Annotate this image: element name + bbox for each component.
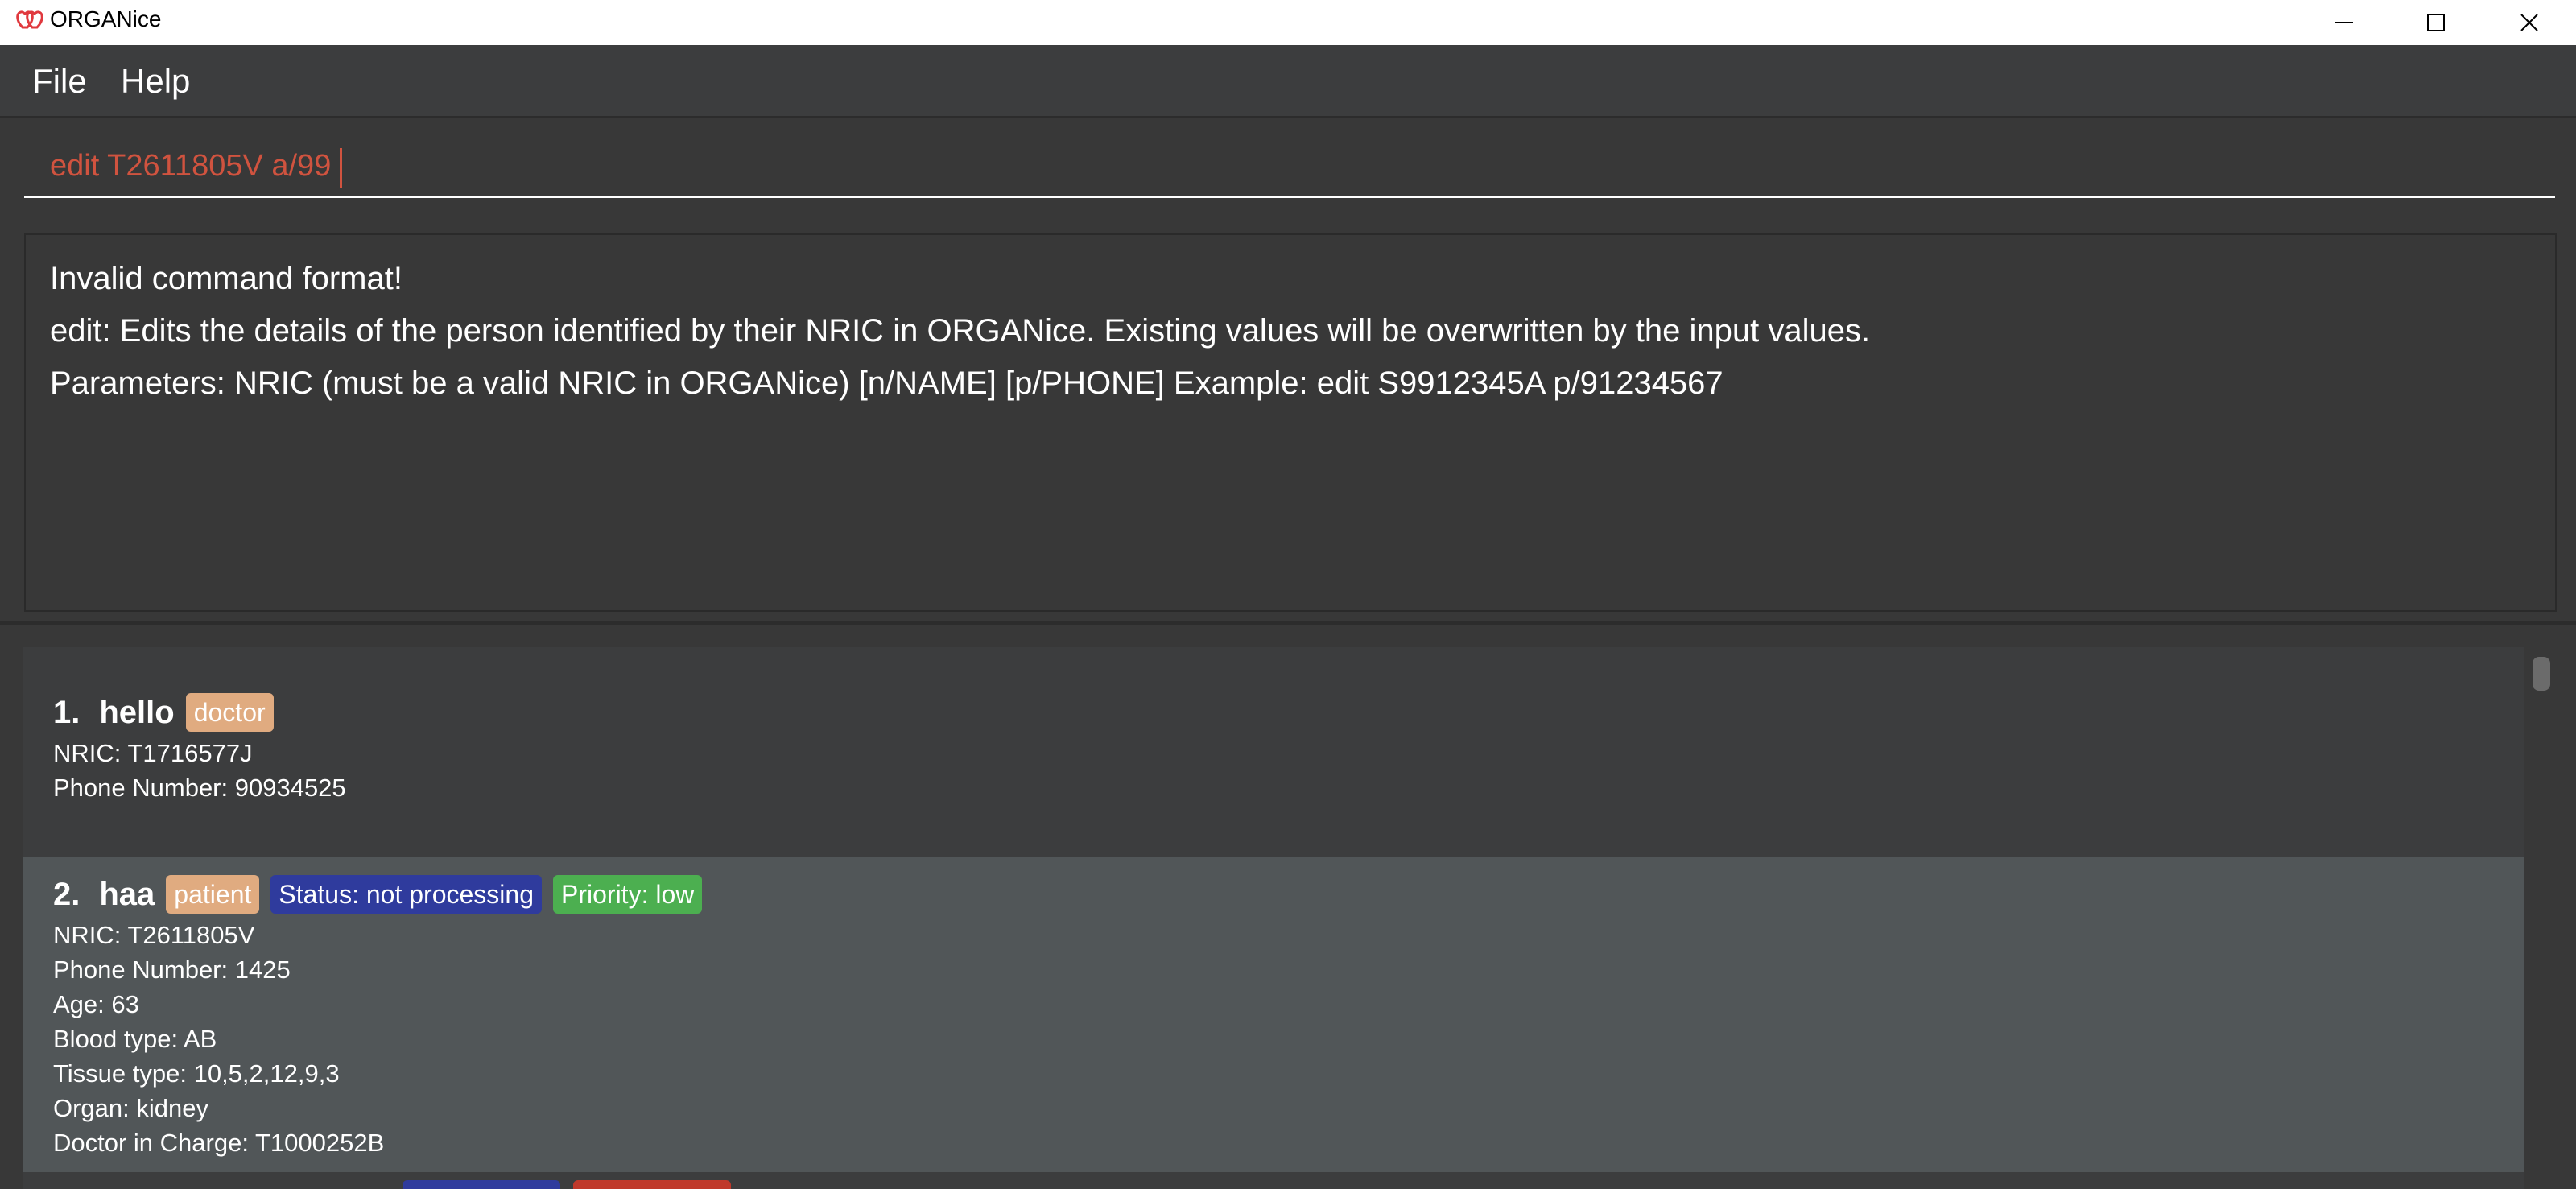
scrollbar-thumb[interactable] bbox=[2533, 657, 2550, 691]
person-card-header: 2. haa patient Status: not processing Pr… bbox=[53, 871, 2492, 918]
command-input[interactable] bbox=[24, 135, 2555, 198]
person-card-header: 1. hello doctor bbox=[53, 689, 2492, 736]
doctor-in-charge-field: Doctor in Charge: T1000252B bbox=[53, 1129, 385, 1157]
tissue-type-field: Tissue type: 10,5,2,12,9,3 bbox=[53, 1059, 340, 1088]
person-index: 2. bbox=[53, 876, 80, 912]
result-line-parameters: Parameters: NRIC (must be a valid NRIC i… bbox=[50, 365, 1724, 401]
minimize-icon bbox=[2334, 13, 2354, 32]
blood-type-field: Blood type: AB bbox=[53, 1025, 217, 1053]
person-list[interactable]: 1. hello doctor NRIC: T1716577J Phone Nu… bbox=[23, 647, 2524, 1189]
person-name: haa bbox=[99, 876, 155, 912]
text-caret bbox=[340, 148, 342, 188]
age-field: Age: 63 bbox=[53, 990, 139, 1018]
window-title: ORGANice bbox=[50, 6, 162, 31]
command-panel bbox=[0, 119, 2576, 224]
close-button[interactable] bbox=[2483, 0, 2576, 45]
list-scrollbar[interactable] bbox=[2529, 647, 2552, 1189]
status-tag bbox=[402, 1180, 560, 1189]
result-line-error: Invalid command format! bbox=[50, 261, 402, 296]
close-icon bbox=[2520, 13, 2539, 32]
phone-field: Phone Number: 90934525 bbox=[53, 774, 346, 802]
person-card-selected[interactable]: 2. haa patient Status: not processing Pr… bbox=[23, 857, 2524, 1172]
role-tag: patient bbox=[166, 875, 260, 914]
person-card[interactable]: 1. hello doctor NRIC: T1716577J Phone Nu… bbox=[23, 647, 2524, 857]
person-name: hello bbox=[99, 694, 175, 730]
person-list-panel: 1. hello doctor NRIC: T1716577J Phone Nu… bbox=[0, 625, 2576, 1189]
phone-field: Phone Number: 1425 bbox=[53, 956, 291, 984]
person-card[interactable] bbox=[23, 1172, 2524, 1189]
nric-field: NRIC: T2611805V bbox=[53, 921, 255, 949]
menu-file[interactable]: File bbox=[32, 61, 87, 101]
result-display: Invalid command format! edit: Edits the … bbox=[24, 233, 2557, 612]
maximize-button[interactable] bbox=[2389, 0, 2483, 45]
nric-field: NRIC: T1716577J bbox=[53, 739, 253, 767]
priority-tag: Priority: low bbox=[553, 875, 703, 914]
role-tag: doctor bbox=[185, 693, 274, 732]
menu-bar: File Help bbox=[0, 45, 2576, 118]
hearts-icon bbox=[14, 8, 47, 31]
priority-tag bbox=[573, 1180, 731, 1189]
minimize-button[interactable] bbox=[2297, 0, 2391, 45]
maximize-icon bbox=[2426, 13, 2446, 32]
status-tag: Status: not processing bbox=[270, 875, 542, 914]
organ-field: Organ: kidney bbox=[53, 1094, 208, 1122]
result-line-usage: edit: Edits the details of the person id… bbox=[50, 313, 1871, 349]
menu-help[interactable]: Help bbox=[121, 61, 190, 101]
person-index: 1. bbox=[53, 694, 80, 730]
title-bar: ORGANice bbox=[0, 0, 2576, 45]
